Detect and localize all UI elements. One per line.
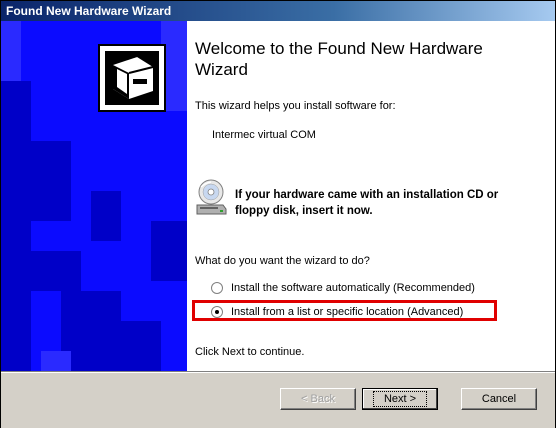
next-button-label: Next >: [372, 391, 428, 407]
radio-button-automatic[interactable]: [211, 282, 223, 294]
cd-drive-icon: [196, 179, 227, 215]
page-title: Welcome to the Found New Hardware Wizard: [195, 39, 483, 79]
intro-text: This wizard helps you install software f…: [195, 100, 396, 112]
wizard-window: Found New Hardware Wizard Welcome to the…: [0, 0, 556, 428]
radio-button-advanced[interactable]: [211, 306, 223, 318]
continue-instruction: Click Next to continue.: [195, 346, 305, 358]
hardware-box-icon: [98, 44, 166, 112]
wizard-content: Welcome to the Found New Hardware Wizard…: [187, 21, 555, 371]
button-bar: < Back Next > Cancel: [1, 371, 555, 428]
device-name: Intermec virtual COM: [212, 129, 316, 141]
cancel-button[interactable]: Cancel: [461, 388, 537, 410]
side-panel-art: [1, 21, 187, 371]
option-label-automatic: Install the software automatically (Reco…: [231, 282, 475, 294]
install-automatically-option[interactable]: Install the software automatically (Reco…: [211, 280, 475, 296]
next-button[interactable]: Next >: [362, 388, 438, 410]
wizard-side-panel: [1, 21, 187, 371]
back-button[interactable]: < Back: [280, 388, 356, 410]
window-title: Found New Hardware Wizard: [6, 4, 172, 18]
title-bar[interactable]: Found New Hardware Wizard: [1, 1, 555, 21]
cd-notice: If your hardware came with an installati…: [235, 189, 499, 217]
question-text: What do you want the wizard to do?: [195, 255, 370, 267]
option-label-advanced: Install from a list or specific location…: [231, 306, 464, 318]
install-from-list-option[interactable]: Install from a list or specific location…: [211, 304, 463, 320]
